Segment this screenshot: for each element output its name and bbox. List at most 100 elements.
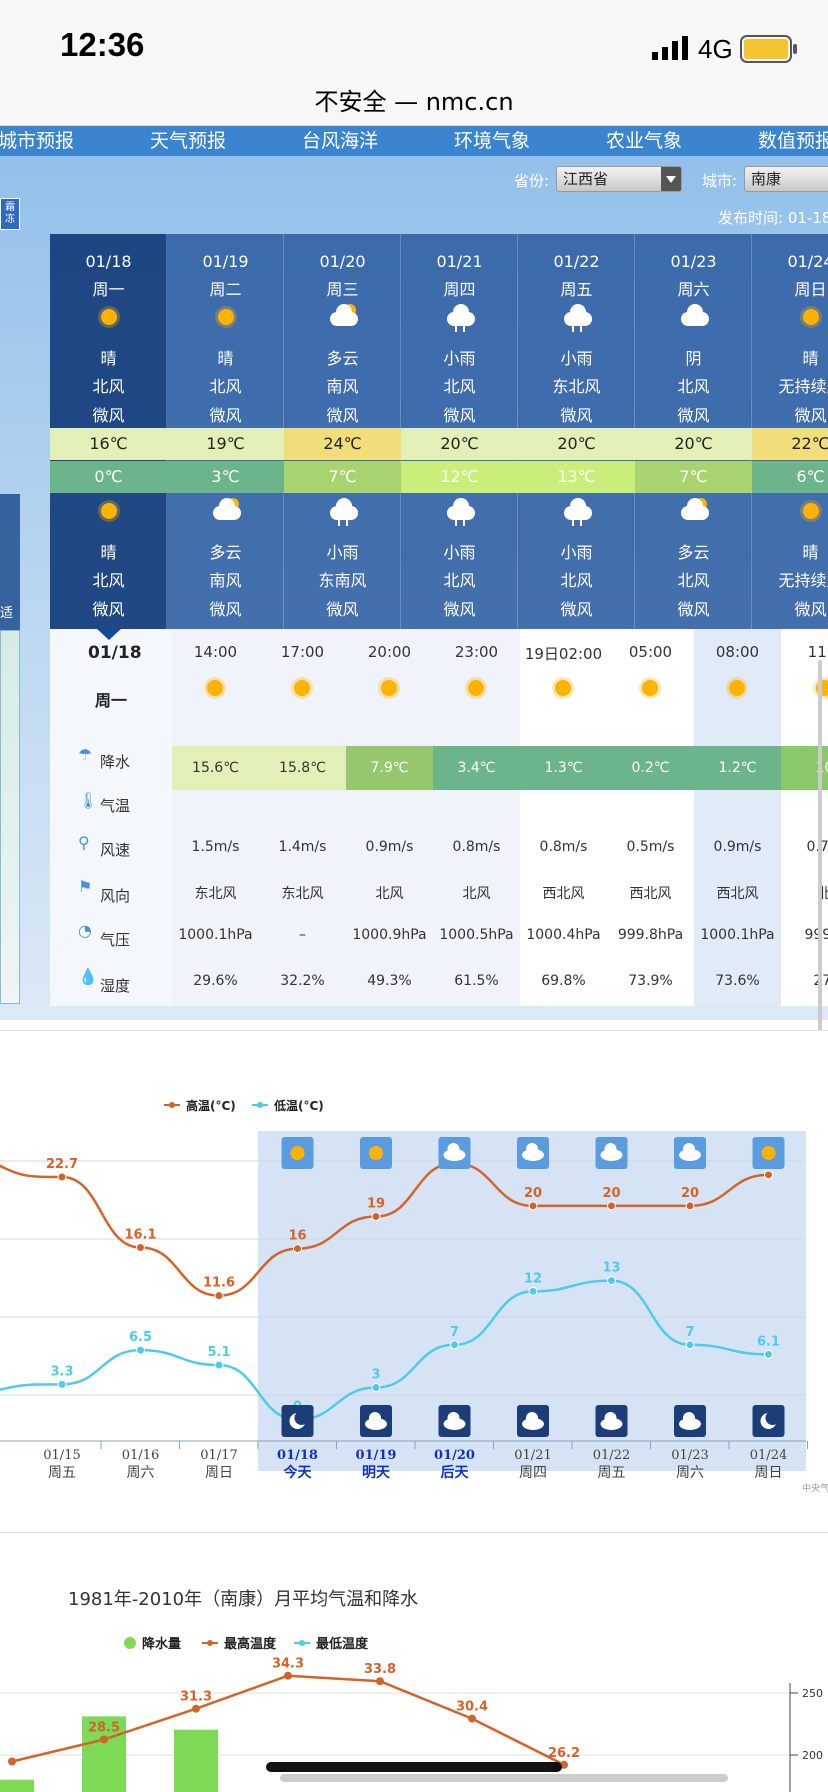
day-column[interactable]: 01/21 周四 小雨 北风 微风 20℃ 12℃ 小雨 北风 微风 [401,234,518,629]
day-wind-direction: 北风 [677,377,710,396]
cloud-shape [213,498,241,520]
wind-speed-icon: ⚲ [78,833,90,852]
day-wind-force: 微风 [677,406,710,425]
hourly-humidity: 49.3% [367,973,412,989]
legend-high-marker [169,1102,175,1108]
x-tick-label: 01/17 [200,1448,237,1463]
hourly-temp: 3.4℃ [433,746,520,790]
night-wind-direction: 东南风 [318,571,367,590]
hourly-pressure: 1000.5hPa [439,927,514,943]
high-temp-point [371,1212,381,1222]
day-column[interactable]: 01/20 周三 多云 南风 微风 24℃ 7℃ 小雨 东南风 微风 [284,234,401,629]
hourly-column: 08:00–1.2℃0.9m/s西北风1000.1hPa73.6% [694,629,781,1006]
night-wind-force: 微风 [677,600,710,619]
signal-icon [652,36,688,60]
sun-core [207,680,223,696]
hourly-time: 19日02:00 [524,645,603,663]
night-weather: 小雨 [560,543,593,562]
hourly-temp: 1.3℃ [520,746,607,790]
rain-drops [455,520,465,526]
x-tick-sublabel: 周日 [755,1465,783,1481]
nav-item-weather-forecast[interactable]: 天气预报 [150,126,226,156]
hourly-temp: 7.9℃ [346,746,433,790]
hourly-time: 08:00 [715,643,760,661]
hourly-humidity: 69.8% [541,973,586,989]
row-label-temp: 气温 [100,797,131,815]
nav-item-numerical[interactable]: 数值预报 [758,126,828,156]
side-tab-fit[interactable]: 适 [0,602,13,621]
right-axis-label: 200 [802,1749,823,1762]
x-tick-sublabel: 周五 [48,1465,76,1481]
cloud-icon [679,302,709,332]
hourly-wind-direction: 北风 [375,886,404,902]
high-temp-label: 16 [288,1229,306,1244]
address-bar[interactable]: 不安全 — nmc.cn [0,76,828,126]
night-wind-force: 微风 [92,600,125,619]
hourly-wind-direction: 东北风 [194,886,237,902]
hourly-time: 20:00 [367,643,412,661]
x-tick-label: 01/15 [43,1448,80,1463]
low-temp-point [764,1349,773,1359]
sun-icon [461,673,491,703]
hourly-temp: 15.8℃ [259,746,346,790]
nav-item-city-forecast[interactable]: 城市预报 [0,126,74,156]
day-weather: 小雨 [443,349,476,368]
hourly-wind-speed: 0.8m/s [452,839,501,855]
max-temp-point [284,1671,292,1680]
climate-section: 1981年-2010年（南康）月平均气温和降水 降水量 最高温度 最低温度 250 200… [0,1532,828,1792]
cloud-shape [564,304,592,326]
night-weather: 小雨 [326,543,359,562]
sun-icon [211,302,241,332]
x-tick-sublabel: 今天 [283,1464,313,1481]
legend-rain-label: 降水量 [142,1636,181,1652]
side-tab-frost[interactable]: 霜冻 [0,198,20,230]
cloud-shape [564,498,592,520]
night-weather: 晴 [100,543,117,562]
right-axis-label: 250 [802,1687,823,1700]
province-select[interactable]: 江西省 [556,166,682,192]
rain-bar [174,1729,218,1792]
nav-item-agriculture[interactable]: 农业气象 [606,126,682,156]
address-text: 不安全 — nmc.cn [314,88,514,116]
x-tick-label: 01/18 [277,1448,318,1463]
cloud-top [526,1412,538,1424]
rain-cloud-icon [562,496,592,526]
day-column[interactable]: 01/18 周一晴北风 微风 16℃ 0℃ 晴北风 微风 [50,234,167,629]
high-temp-label: 20 [681,1186,699,1201]
max-temp-label: 31.3 [180,1690,212,1705]
day-column[interactable]: 01/24周日晴无持续风微风22℃6℃晴无持续风微风 [752,234,828,629]
hourly-wind-speed: 0.5m/s [626,839,675,855]
sun-icon [752,1137,785,1169]
max-temp-point [468,1714,476,1723]
today-pointer-icon [96,628,122,640]
hourly-pressure: 1000.9hPa [352,927,427,943]
hourly-time: 23:00 [454,643,499,661]
day-column[interactable]: 01/19 周二晴北风 微风 19℃ 3℃ 多云 南风 微风 [167,234,284,629]
day-column[interactable]: 01/22 周五 小雨 东北风 微风 20℃ 13℃ 小雨 北风 微风 [518,234,635,629]
hourly-column: 19日02:00–1.3℃0.8m/s西北风1000.4hPa69.8% [520,629,607,1006]
cloud-top [683,1143,695,1155]
x-tick-sublabel: 周六 [127,1465,155,1481]
x-tick-label: 01/16 [122,1448,159,1463]
high-temp: 22℃ [752,428,828,460]
sun-icon [200,673,230,703]
night-weather: 多云 [209,543,242,562]
day-wind-direction: 无持续风 [778,377,828,396]
sun-icon [287,673,317,703]
day-wind-direction: 东北风 [552,377,601,396]
network-type: 4G [698,34,733,64]
sun-core [729,680,745,696]
sun-icon [548,673,578,703]
rain-drops [572,326,582,332]
high-temp-label: 20 [524,1186,542,1201]
sun-core [101,309,117,325]
rain-drops [338,520,348,526]
sun-icon [635,673,665,703]
day-date: 01/20 [319,252,366,271]
cloud-shape [681,304,709,326]
high-temp-point [607,1201,616,1211]
nav-item-environment[interactable]: 环境气象 [454,126,530,156]
city-select[interactable]: 南康 [744,166,828,192]
day-column[interactable]: 01/23 周六阴北风 微风 20℃ 7℃ 多云 北风 微风 [635,234,752,629]
nav-item-typhoon[interactable]: 台风海洋 [302,126,378,156]
